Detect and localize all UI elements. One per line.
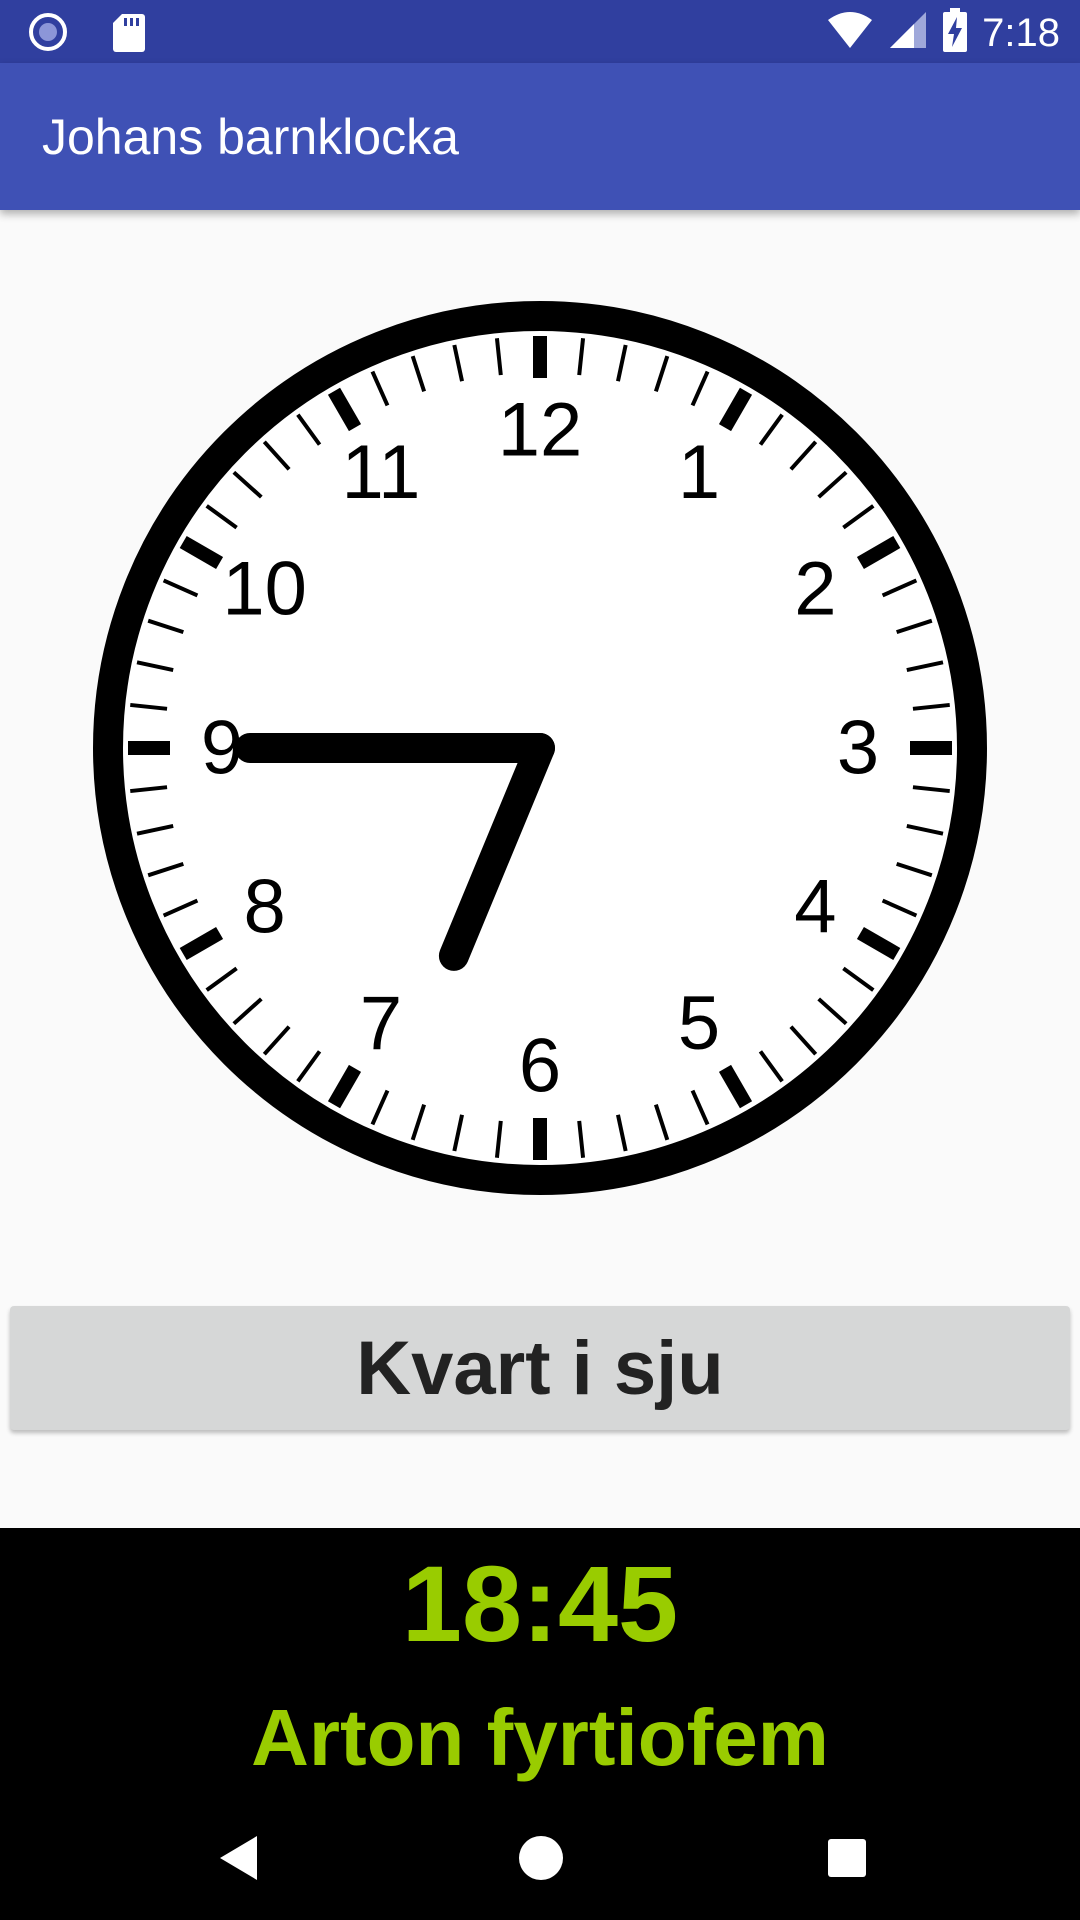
clock-number: 5	[678, 981, 720, 1066]
clock-number: 11	[342, 430, 421, 515]
status-bar: 7:18	[0, 0, 1080, 63]
back-icon[interactable]	[212, 1828, 262, 1893]
clock-number: 1	[678, 430, 720, 515]
digital-time: 18:45	[401, 1543, 679, 1664]
home-icon[interactable]	[516, 1828, 566, 1893]
signal-icon	[888, 10, 928, 55]
navigation-bar	[0, 1800, 1080, 1920]
battery-charging-icon	[942, 8, 968, 57]
status-time: 7:18	[982, 10, 1060, 55]
app-title: Johans barnklocka	[42, 109, 459, 165]
time-phrase-button[interactable]: Kvart i sju	[10, 1306, 1070, 1430]
clock-number: 12	[498, 388, 583, 473]
app-bar: Johans barnklocka	[0, 63, 1080, 210]
circle-icon	[28, 12, 68, 57]
clock-number: 4	[794, 865, 836, 950]
wifi-icon	[826, 10, 874, 55]
clock-number: 6	[519, 1024, 561, 1109]
clock-number: 7	[360, 981, 402, 1066]
clock-number: 2	[794, 547, 836, 632]
clock-face: 121234567891011	[93, 301, 987, 1195]
recents-icon[interactable]	[822, 1828, 872, 1893]
clock-number: 10	[222, 547, 307, 632]
analog-clock: 12 1 2 3 4 5 6 7 8 9 10 11	[0, 210, 1080, 1270]
sd-card-icon	[112, 12, 146, 57]
clock-number: 8	[243, 865, 285, 950]
spoken-time: Arton fyrtiofem	[251, 1693, 829, 1782]
clock-number: 3	[837, 706, 879, 791]
